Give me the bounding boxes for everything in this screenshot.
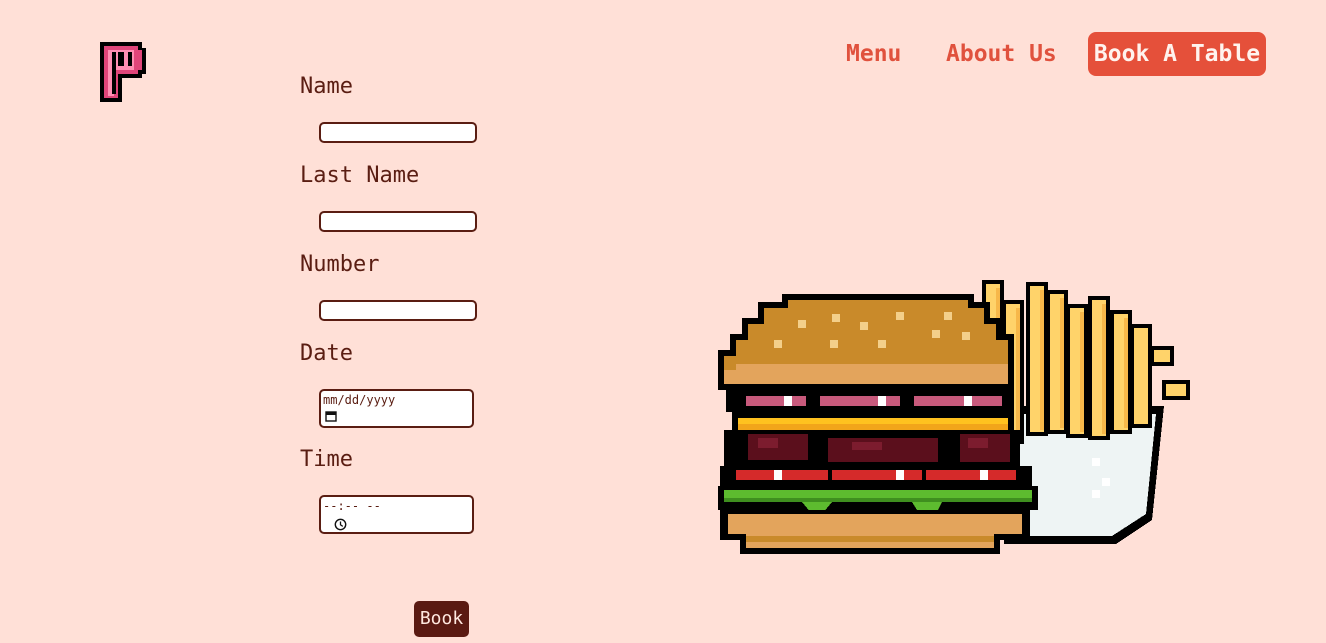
name-label: Name: [300, 74, 353, 99]
nav-about-link[interactable]: About Us: [946, 32, 1057, 76]
book-submit-button[interactable]: Book: [414, 601, 469, 637]
number-input[interactable]: [319, 300, 477, 321]
date-label: Date: [300, 341, 353, 366]
time-placeholder: --:-- --: [323, 499, 381, 513]
burger-fries-illustration: [718, 280, 1190, 554]
time-label: Time: [300, 447, 353, 472]
clock-icon[interactable]: [334, 518, 347, 531]
date-placeholder: mm/dd/yyyy: [323, 393, 396, 407]
time-input[interactable]: --:-- --: [319, 495, 474, 534]
calendar-icon[interactable]: [325, 410, 337, 422]
name-input[interactable]: [319, 122, 477, 143]
nav-menu-link[interactable]: Menu: [846, 32, 901, 76]
last-name-input[interactable]: [319, 211, 477, 232]
last-name-label: Last Name: [300, 163, 420, 188]
nav-book-table-button[interactable]: Book A Table: [1088, 32, 1266, 76]
top-nav: Menu About Us Book A Table: [0, 32, 1326, 76]
date-input[interactable]: mm/dd/yyyy: [319, 389, 474, 428]
number-label: Number: [300, 252, 380, 277]
